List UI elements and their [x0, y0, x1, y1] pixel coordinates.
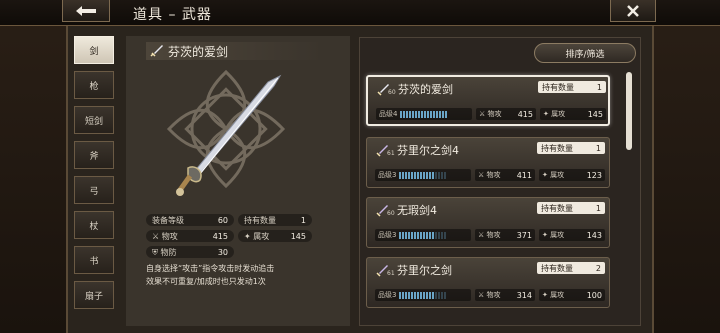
attr-atk-pill: ✦ 属攻 123: [539, 169, 605, 181]
hold-count: 持有数量 1: [538, 81, 606, 93]
sort-filter-button[interactable]: 排序/筛选: [534, 43, 636, 63]
item-name: 芬茨的爱剑: [398, 83, 453, 96]
attr-atk-icon: ✦: [542, 291, 548, 299]
quality-bar: 品级3: [375, 289, 471, 301]
sword-icon: [150, 45, 163, 57]
tab-spear[interactable]: 枪: [74, 71, 114, 99]
list-item[interactable]: 60 无瑕剑4 持有数量 1 品级3 ⚔ 物攻 371 ✦ 属攻 143: [366, 197, 610, 248]
tab-book[interactable]: 书: [74, 246, 114, 274]
item-level: 61: [387, 150, 395, 157]
scrollbar[interactable]: [626, 72, 632, 150]
back-button[interactable]: [62, 0, 110, 22]
item-name: 芬里尔之剑4: [397, 144, 459, 157]
quality-bar: 品级4: [376, 108, 472, 120]
item-name: 无瑕剑4: [397, 204, 437, 217]
phys-atk-pill: ⚔ 物攻 314: [475, 289, 535, 301]
phys-atk-icon: ⚔: [478, 291, 485, 299]
phys-atk-icon: ⚔: [479, 110, 486, 118]
item-detail-header: 芬茨的爱剑: [146, 42, 324, 60]
quality-meter: [399, 291, 447, 299]
phys-def-label: ⛨ 物防: [152, 247, 177, 257]
attr-atk-pill: ✦ 属攻 145: [540, 108, 606, 120]
quality-meter: [399, 231, 447, 239]
quality-meter: [399, 171, 447, 179]
item-description: 自身选择“攻击”指令攻击时发动追击 效果不可重复/加成时也只发动1次: [146, 264, 275, 286]
attr-atk-icon: ✦: [244, 231, 251, 241]
attr-atk-pill: ✦ 属攻 100: [539, 289, 605, 301]
list-item[interactable]: 61 芬里尔之剑 持有数量 2 品级3 ⚔ 物攻 314 ✦ 属攻 100: [366, 257, 610, 308]
quality-bar: 品级3: [375, 169, 471, 181]
category-tabs: 剑 枪 短剑 斧 弓 杖 书 扇子: [74, 36, 118, 316]
list-item[interactable]: 60 芬茨的爱剑 持有数量 1 品级4 ⚔ 物攻 415 ✦ 属攻 145: [366, 75, 610, 126]
hold-count: 持有数量 1: [537, 142, 605, 154]
attr-atk-pill: ✦ 属攻 143: [539, 229, 605, 241]
phys-atk-icon: ⚔: [478, 171, 485, 179]
quality-meter: [400, 110, 448, 118]
tab-bow[interactable]: 弓: [74, 176, 114, 204]
close-button[interactable]: [610, 0, 656, 22]
item-level: 61: [387, 270, 395, 277]
phys-atk-stat: ⚔ 物攻 415: [146, 230, 234, 242]
phys-atk-pill: ⚔ 物攻 415: [476, 108, 536, 120]
attr-atk-label: ✦ 属攻: [244, 231, 270, 241]
phys-def-stat: ⛨ 物防 30: [146, 246, 234, 258]
tab-axe[interactable]: 斧: [74, 141, 114, 169]
item-level: 60: [387, 210, 395, 217]
header-bar: 道具 – 武器: [0, 0, 720, 26]
hold-count: 持有数量 2: [537, 262, 605, 274]
list-item[interactable]: 61 芬里尔之剑4 持有数量 1 品级3 ⚔ 物攻 411 ✦ 属攻 123: [366, 137, 610, 188]
tab-sword[interactable]: 剑: [74, 36, 114, 64]
item-name: 芬茨的爱剑: [168, 44, 229, 59]
phys-def-icon: ⛨: [152, 247, 158, 257]
sword-artwork: [176, 74, 282, 196]
tab-dagger[interactable]: 短剑: [74, 106, 114, 134]
phys-atk-pill: ⚔ 物攻 411: [475, 169, 535, 181]
phys-atk-label: ⚔ 物攻: [152, 231, 178, 241]
item-name: 芬里尔之剑: [397, 264, 452, 277]
phys-atk-icon: ⚔: [152, 231, 160, 241]
close-x-icon: [627, 4, 639, 17]
hold-count-stat: 持有数量 1: [238, 214, 312, 226]
attr-atk-icon: ✦: [543, 110, 549, 118]
phys-atk-icon: ⚔: [478, 231, 485, 239]
page-title: 道具 – 武器: [133, 7, 212, 23]
tab-fan[interactable]: 扇子: [74, 281, 114, 309]
hold-count: 持有数量 1: [537, 202, 605, 214]
equip-level-stat: 装备等级 60: [146, 214, 234, 226]
quality-bar: 品级3: [375, 229, 471, 241]
attr-atk-stat: ✦ 属攻 145: [238, 230, 312, 242]
tab-staff[interactable]: 杖: [74, 211, 114, 239]
item-level: 60: [388, 89, 396, 96]
phys-atk-pill: ⚔ 物攻 371: [475, 229, 535, 241]
left-arrow-icon: [76, 5, 96, 16]
attr-atk-icon: ✦: [542, 231, 548, 239]
attr-atk-icon: ✦: [542, 171, 548, 179]
